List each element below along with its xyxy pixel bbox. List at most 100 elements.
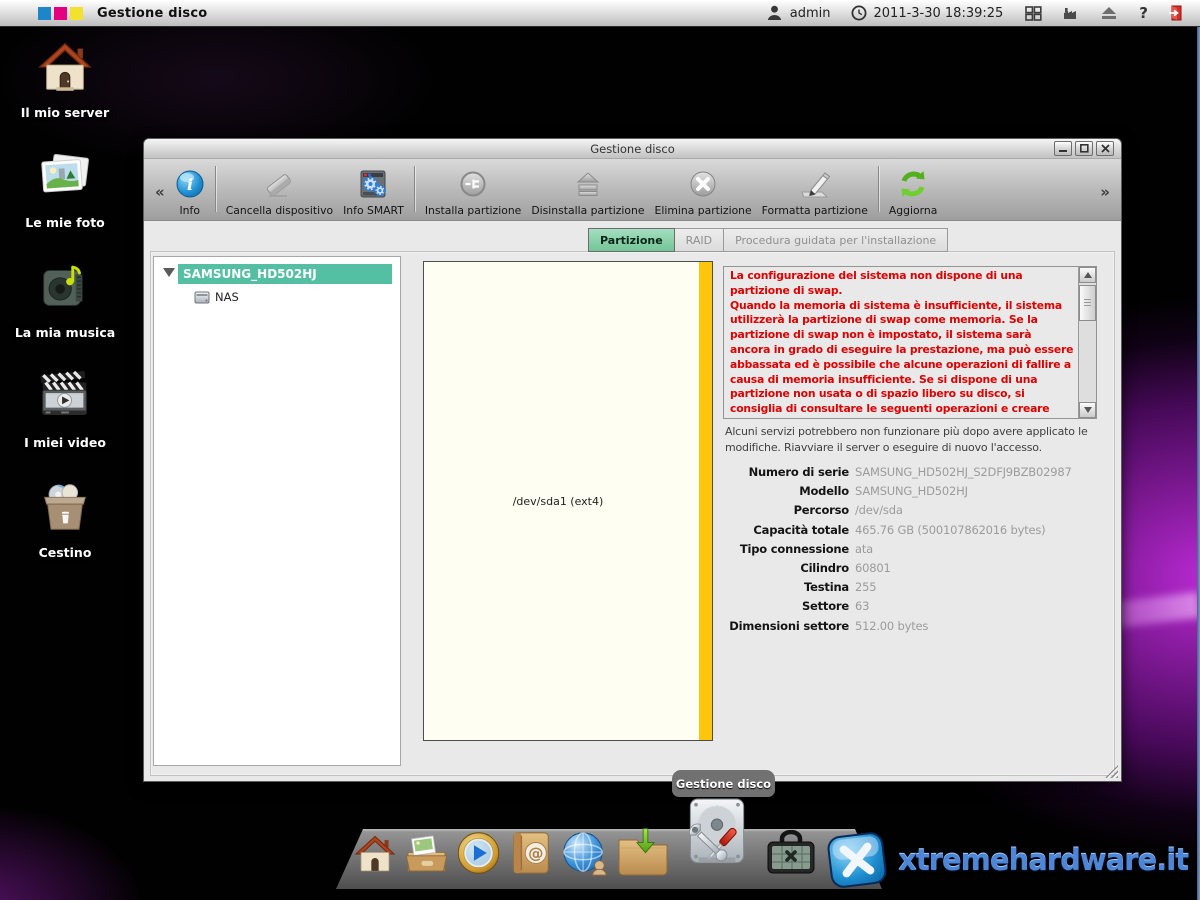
tab-installation-wizard[interactable]: Procedura guidata per l'installazione <box>723 228 948 252</box>
partition-map[interactable]: /dev/sda1 (ext4) <box>423 261 713 741</box>
detail-value: 255 <box>855 581 876 595</box>
topbar-title: Gestione disco <box>97 6 207 21</box>
detail-row: Settore63 <box>723 600 1099 614</box>
desktop-icon-my-videos[interactable]: I miei video <box>9 368 121 450</box>
detail-value: /dev/sda <box>855 504 903 518</box>
desktop-icon-my-music[interactable]: La mia musica <box>9 258 121 340</box>
desktop-icon-trash[interactable]: Cestino <box>9 478 121 560</box>
toolbar-overflow-left[interactable]: « <box>150 183 170 201</box>
mount-icon <box>457 166 489 202</box>
window-resize-grip[interactable] <box>1105 765 1118 778</box>
tab-raid[interactable]: RAID <box>674 228 724 252</box>
detail-row: ModelloSAMSUNG_HD502HJ <box>723 485 1099 499</box>
user-indicator[interactable]: admin <box>765 4 831 22</box>
desktop-icon-my-server[interactable]: Il mio server <box>9 38 121 120</box>
toolbar-overflow-right[interactable]: » <box>1095 183 1115 201</box>
scroll-up-button[interactable] <box>1079 267 1096 283</box>
swap-warning-box: La configurazione del sistema non dispon… <box>723 266 1097 419</box>
video-icon <box>36 368 94 426</box>
dock-toolbox-icon[interactable] <box>763 830 819 876</box>
toolbar-separator <box>414 166 415 212</box>
refresh-button[interactable]: Aggiorna <box>884 163 942 217</box>
logout-icon[interactable] <box>1166 4 1186 22</box>
erase-device-button[interactable]: Cancella dispositivo <box>221 163 338 217</box>
eject-partition-icon <box>572 166 604 202</box>
toolbar-button-label: Formatta partizione <box>762 204 868 217</box>
desktop-icon-label: Cestino <box>9 545 121 560</box>
dock-tooltip: Gestione disco <box>672 770 775 797</box>
detail-label: Tipo connessione <box>723 543 849 557</box>
window-title: Gestione disco <box>590 142 675 156</box>
format-partition-button[interactable]: Formatta partizione <box>757 163 873 217</box>
scroll-down-button[interactable] <box>1079 402 1096 418</box>
partition-label: /dev/sda1 (ext4) <box>424 262 692 740</box>
window-toolbar: « i Info Cancella dispositivo Info SMART <box>144 159 1121 221</box>
dock-downloads-icon[interactable] <box>615 828 671 876</box>
tree-node-volume[interactable]: NAS <box>194 290 239 304</box>
tab-bar: Partizione RAID Procedura guidata per l'… <box>589 228 948 252</box>
eject-icon[interactable] <box>1099 4 1119 22</box>
photos-icon <box>36 148 94 206</box>
tab-partizione[interactable]: Partizione <box>588 228 675 252</box>
detail-label: Modello <box>723 485 849 499</box>
install-partition-button[interactable]: Installa partizione <box>420 163 526 217</box>
watermark-text: xtremehardware.it <box>898 843 1188 877</box>
detail-label: Testina <box>723 581 849 595</box>
detail-value: 60801 <box>855 562 891 576</box>
desktop-icon-my-photos[interactable]: Le mie foto <box>9 148 121 230</box>
dock-photo-tray-icon[interactable] <box>403 834 450 876</box>
detail-value: ata <box>855 543 873 557</box>
arrow-down-icon <box>1084 407 1092 413</box>
detail-row: Testina 255 <box>723 581 1099 595</box>
trash-icon <box>36 478 94 536</box>
dock-browser-icon[interactable] <box>560 830 610 876</box>
help-icon[interactable]: ? <box>1139 4 1148 22</box>
delete-partition-button[interactable]: Elimina partizione <box>650 163 757 217</box>
tree-node-disk[interactable]: SAMSUNG_HD502HJ <box>154 264 400 284</box>
dock-contacts-icon[interactable]: @ <box>507 830 555 876</box>
grid-windows-icon[interactable] <box>1023 4 1043 22</box>
logo-square-blue <box>38 7 51 20</box>
svg-text:@: @ <box>528 844 543 862</box>
logo-square-yellow <box>70 7 83 20</box>
watermark-x-icon <box>823 827 892 892</box>
devices-icon[interactable] <box>1061 4 1081 22</box>
toolbar-button-label: Info <box>179 204 199 217</box>
toolbar-button-label: Installa partizione <box>425 204 521 217</box>
detail-label: Settore <box>723 600 849 614</box>
desktop-icon-label: Il mio server <box>9 105 121 120</box>
warning-scrollbar[interactable] <box>1078 267 1096 418</box>
uninstall-partition-button[interactable]: Disinstalla partizione <box>526 163 649 217</box>
toolbar-button-label: Cancella dispositivo <box>226 204 333 217</box>
maximize-button[interactable] <box>1075 141 1093 156</box>
detail-row: Dimensioni settore512.00 bytes <box>723 620 1099 634</box>
logo-square-magenta <box>54 7 67 20</box>
detail-label: Capacità totale <box>723 524 849 538</box>
close-button[interactable] <box>1096 141 1114 156</box>
brand-logo <box>38 7 83 20</box>
format-icon <box>798 166 832 202</box>
smart-info-button[interactable]: Info SMART <box>338 163 409 217</box>
toolbar-button-label: Disinstalla partizione <box>531 204 644 217</box>
toolbar-button-label: Aggiorna <box>889 204 937 217</box>
watermark-logo: xtremehardware.it <box>826 831 1188 889</box>
tree-node-label: NAS <box>215 290 239 304</box>
dock-disk-utility-icon[interactable] <box>676 796 758 880</box>
scrollbar-thumb[interactable] <box>1079 285 1096 321</box>
home-icon <box>36 38 94 96</box>
minimize-button[interactable] <box>1054 141 1072 156</box>
user-icon <box>765 4 785 22</box>
tree-expand-arrow-icon[interactable] <box>163 268 175 277</box>
detail-row: Tipo connessione ata <box>723 543 1099 557</box>
dock-home-icon[interactable] <box>352 832 398 876</box>
info-button[interactable]: i Info <box>170 163 210 217</box>
toolbar-separator <box>215 166 216 212</box>
smart-disk-icon <box>356 166 390 202</box>
device-tree-panel: SAMSUNG_HD502HJ NAS <box>153 256 401 766</box>
desktop-icon-label: I miei video <box>9 435 121 450</box>
window-titlebar[interactable]: Gestione disco <box>144 139 1121 159</box>
detail-row: Cilindro60801 <box>723 562 1099 576</box>
disk-details-list: Numero di serieSAMSUNG_HD502HJ_S2DFJ9BZB… <box>723 466 1099 639</box>
dock: @ <box>352 792 832 884</box>
dock-media-player-icon[interactable] <box>455 830 502 876</box>
